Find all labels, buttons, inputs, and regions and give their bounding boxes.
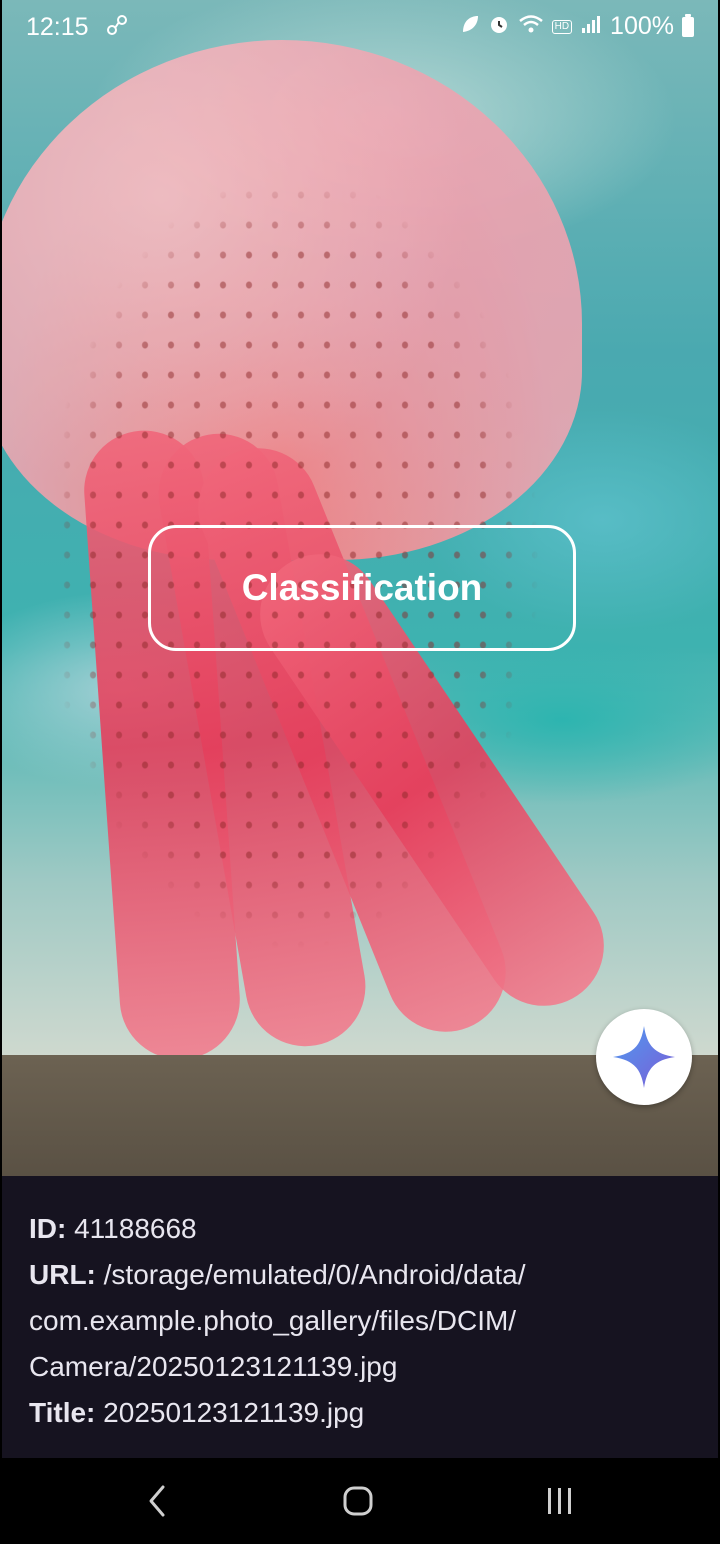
alarm-icon xyxy=(488,13,510,41)
info-url-row-2: com.example.photo_gallery/files/DCIM/ xyxy=(29,1298,690,1344)
recents-button[interactable] xyxy=(525,1478,595,1524)
battery-level: 100% xyxy=(610,12,674,40)
photo-info-panel: ID: 41188668 URL: /storage/emulated/0/An… xyxy=(2,1176,718,1458)
info-title-row: Title: 20250123121139.jpg xyxy=(29,1390,690,1436)
system-navigation-bar xyxy=(0,1458,720,1544)
info-url-row: URL: /storage/emulated/0/Android/data/ xyxy=(29,1252,690,1298)
ai-sparkle-button[interactable] xyxy=(596,1009,692,1105)
signal-icon xyxy=(580,13,602,41)
title-value: 20250123121139.jpg xyxy=(103,1397,365,1428)
title-label: Title: xyxy=(29,1397,96,1428)
status-icons: HD 100% xyxy=(460,12,694,41)
back-button[interactable] xyxy=(123,1478,193,1524)
url-value-line-2: com.example.photo_gallery/files/DCIM/ xyxy=(29,1305,517,1336)
app-screen: 12:15 HD 100% Classification ID: 4118866… xyxy=(2,0,718,1458)
info-id-row: ID: 41188668 xyxy=(29,1206,690,1252)
battery-icon xyxy=(682,13,694,37)
status-bar: 12:15 HD 100% xyxy=(2,0,718,56)
url-value-line-3: Camera/20250123121139.jpg xyxy=(29,1351,398,1382)
classification-button[interactable]: Classification xyxy=(148,525,576,651)
id-value: 41188668 xyxy=(74,1213,197,1244)
home-button[interactable] xyxy=(323,1478,393,1524)
recents-icon xyxy=(548,1488,571,1514)
hd-voice-icon: HD xyxy=(551,19,573,34)
link-icon xyxy=(104,13,130,43)
wifi-icon xyxy=(518,13,544,41)
back-icon xyxy=(149,1485,165,1517)
status-time: 12:15 xyxy=(26,13,89,41)
home-icon xyxy=(343,1486,373,1516)
sparkle-icon xyxy=(613,1026,675,1088)
leaf-icon xyxy=(460,13,480,41)
info-url-row-3: Camera/20250123121139.jpg xyxy=(29,1344,690,1390)
id-label: ID: xyxy=(29,1213,67,1244)
url-label: URL: xyxy=(29,1259,96,1290)
url-value-line-1: /storage/emulated/0/Android/data/ xyxy=(103,1259,526,1290)
